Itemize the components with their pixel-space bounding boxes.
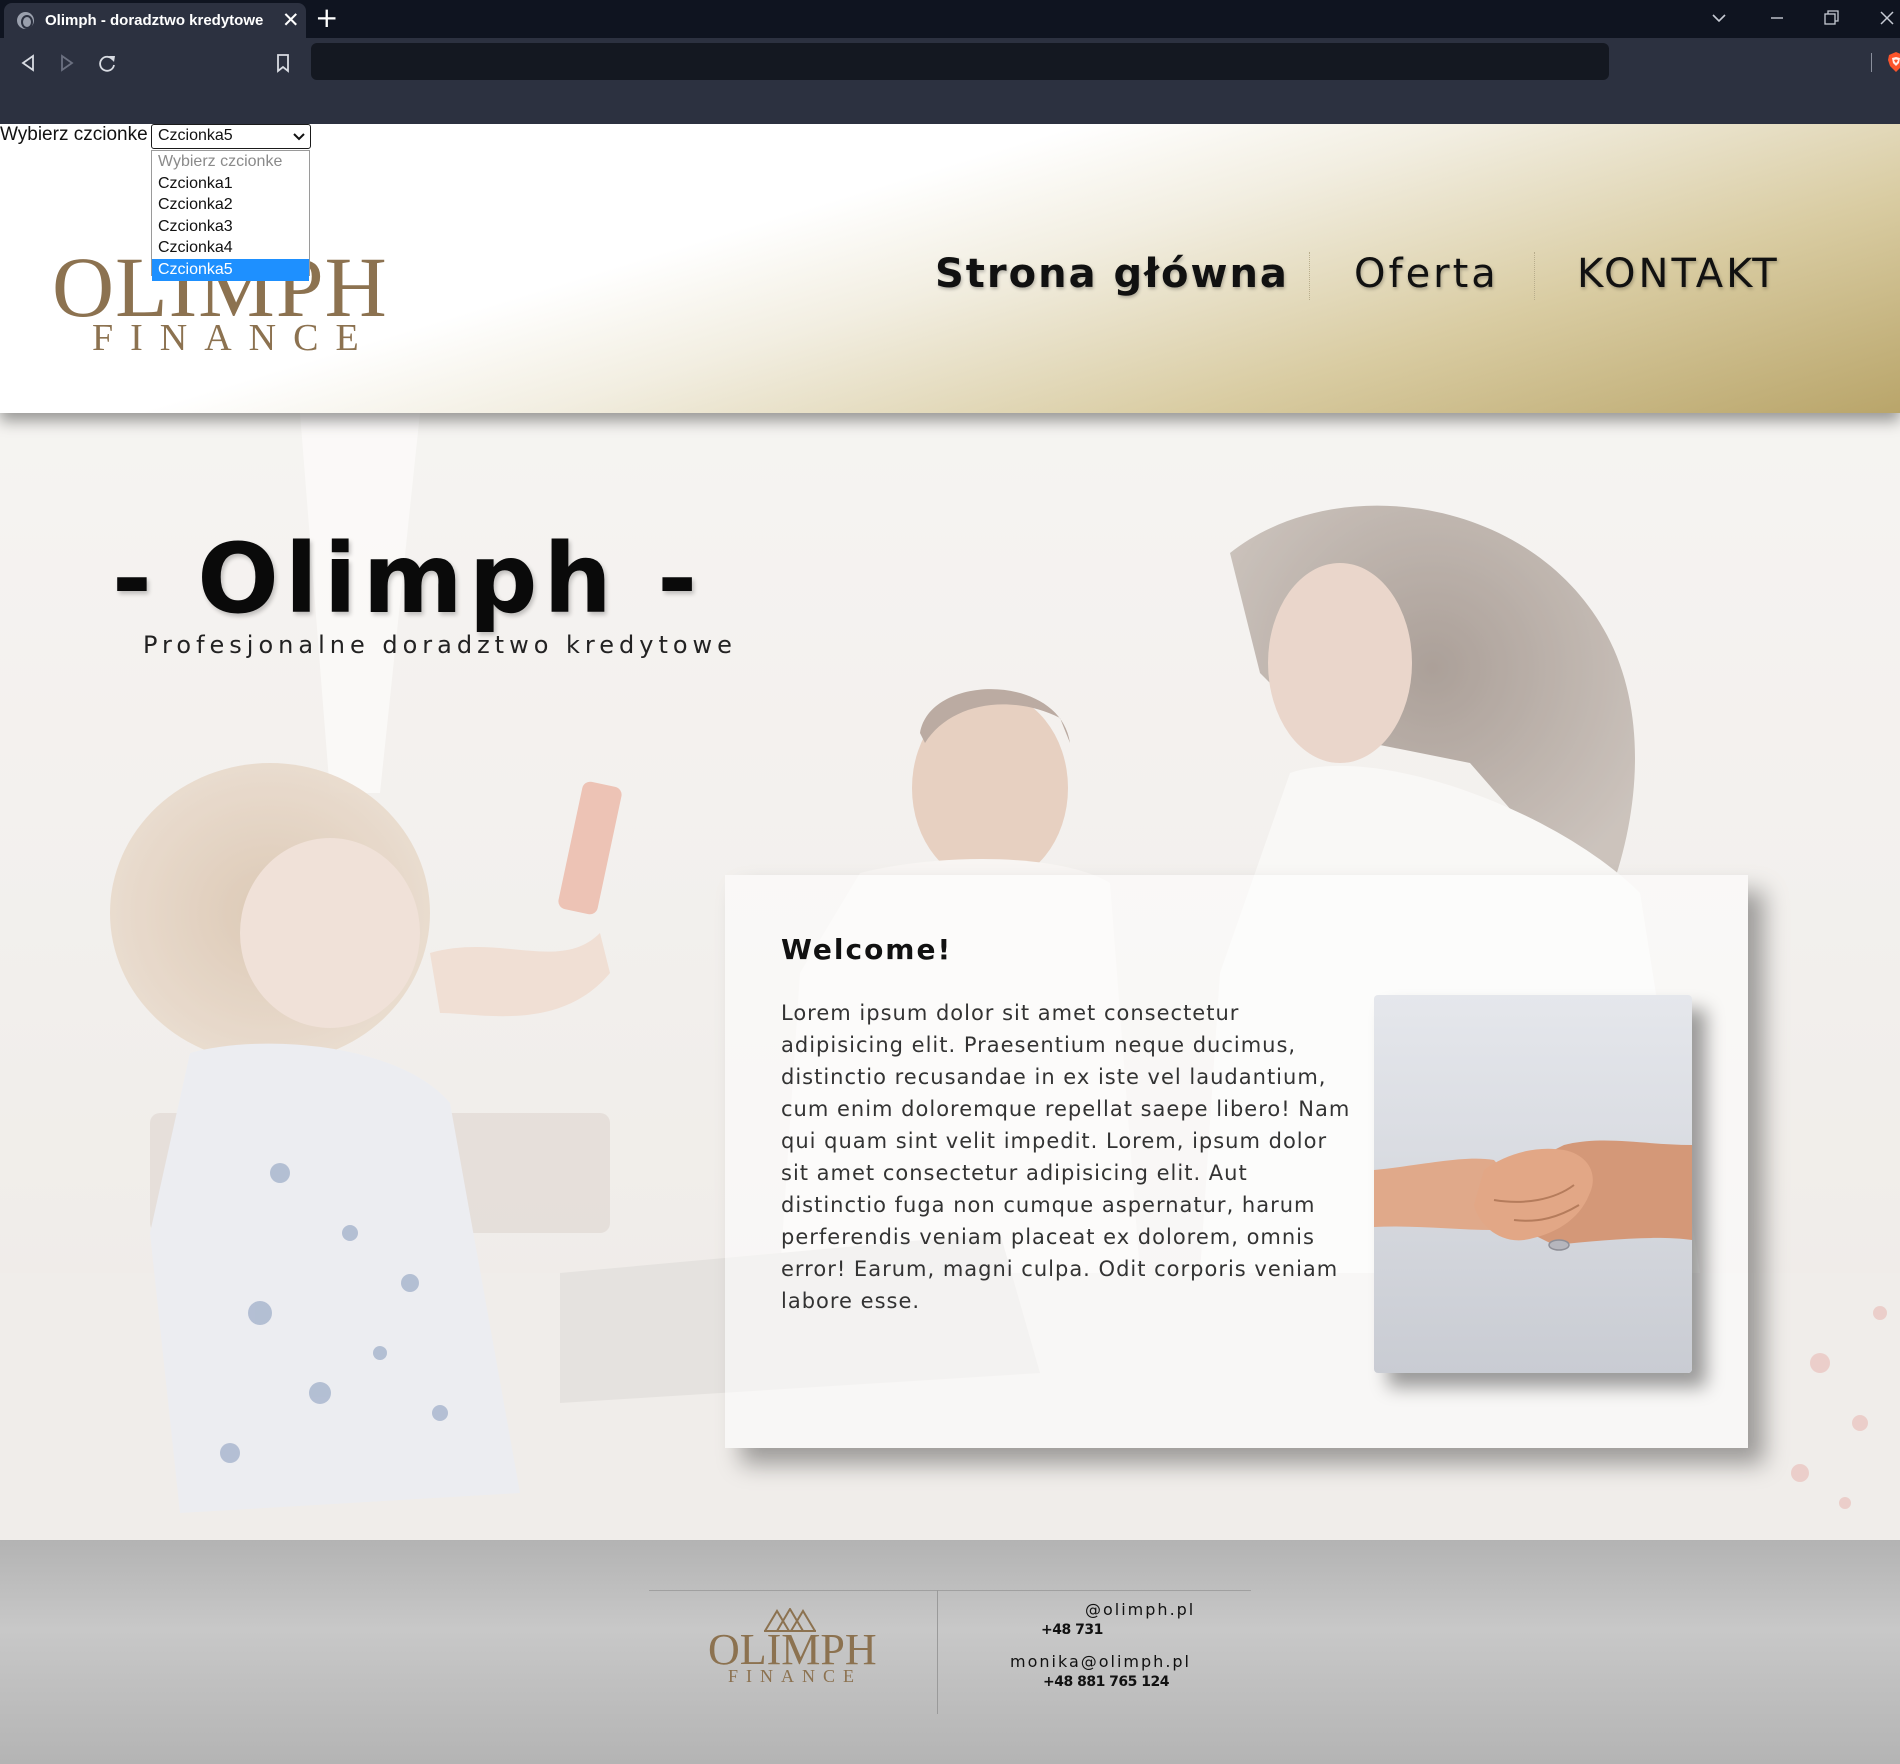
font-option[interactable]: Czcionka2 — [152, 194, 309, 216]
nav-link-contact[interactable]: KONTAKT — [1577, 244, 1780, 304]
font-option-selected[interactable]: Czcionka5 — [152, 258, 309, 281]
footer-logo[interactable]: OLIMPH FINANCE — [708, 1608, 878, 1698]
address-bar[interactable] — [311, 43, 1900, 80]
restore-icon[interactable] — [1823, 9, 1841, 27]
footer-email[interactable]: monika@olimph.pl — [1010, 1652, 1191, 1671]
font-option[interactable]: Czcionka1 — [152, 173, 309, 195]
site-footer: OLIMPH FINANCE @olimph.pl +48 731 monika… — [0, 1540, 1900, 1764]
footer-divider — [649, 1590, 1251, 1591]
footer-divider — [937, 1590, 938, 1714]
nav-link-home[interactable]: Strona główna — [935, 244, 1289, 304]
brave-shield-icon[interactable] — [1885, 51, 1900, 73]
tab-title: Olimph - doradztwo kredytowe — [45, 12, 264, 29]
footer-logo-sub-text: FINANCE — [728, 1666, 863, 1686]
forward-icon[interactable] — [52, 48, 82, 78]
font-option[interactable]: Czcionka3 — [152, 216, 309, 238]
footer-phone[interactable]: +48 731 — [1041, 1622, 1103, 1638]
handshake-image — [1374, 995, 1692, 1373]
font-select-value: Czcionka5 — [158, 127, 233, 144]
browser-tab-bar: Olimph - doradztwo kredytowe ✕ + — [0, 0, 1900, 38]
close-window-icon[interactable] — [1878, 9, 1896, 27]
browser-tab[interactable]: Olimph - doradztwo kredytowe ✕ — [4, 3, 306, 38]
font-dropdown-list: Wybierz czcionke Czcionka1 Czcionka2 Czc… — [151, 150, 310, 281]
nav-link-offer[interactable]: Oferta — [1354, 244, 1499, 304]
footer-email[interactable]: @olimph.pl — [1085, 1600, 1195, 1619]
chevron-down-icon[interactable] — [1710, 10, 1728, 26]
nav-divider — [1309, 252, 1310, 300]
web-page: OLIMPH FINANCE Strona główna Oferta KONT… — [0, 124, 1900, 1764]
font-select[interactable]: Czcionka5 — [151, 124, 311, 149]
browser-toolbar — [0, 38, 1900, 124]
font-picker-label: Wybierz czcionke — [0, 124, 148, 145]
logo-sub-text: FINANCE — [92, 317, 376, 359]
globe-icon — [17, 12, 34, 29]
back-icon[interactable] — [13, 48, 43, 78]
address-separator — [1871, 53, 1872, 72]
welcome-title: Welcome! — [781, 933, 953, 966]
chevron-down-icon — [293, 133, 305, 141]
bookmark-icon[interactable] — [268, 48, 298, 78]
welcome-card: Welcome! Lorem ipsum dolor sit amet cons… — [725, 875, 1748, 1448]
hero-title: - Olimph - — [112, 523, 704, 635]
hero-subtitle: Profesjonalne doradztwo kredytowe — [143, 631, 737, 659]
minimize-icon[interactable] — [1768, 10, 1786, 26]
footer-phone[interactable]: +48 881 765 124 — [1043, 1674, 1170, 1690]
close-icon[interactable]: ✕ — [282, 7, 300, 33]
plus-icon[interactable]: + — [315, 2, 338, 34]
hero-section: - Olimph - Profesjonalne doradztwo kredy… — [0, 413, 1900, 1540]
reload-icon[interactable] — [92, 48, 122, 78]
font-option[interactable]: Wybierz czcionke — [152, 151, 309, 173]
welcome-text: Lorem ipsum dolor sit amet consectetur a… — [781, 1001, 1351, 1313]
font-option[interactable]: Czcionka4 — [152, 237, 309, 259]
nav-divider — [1534, 252, 1535, 300]
